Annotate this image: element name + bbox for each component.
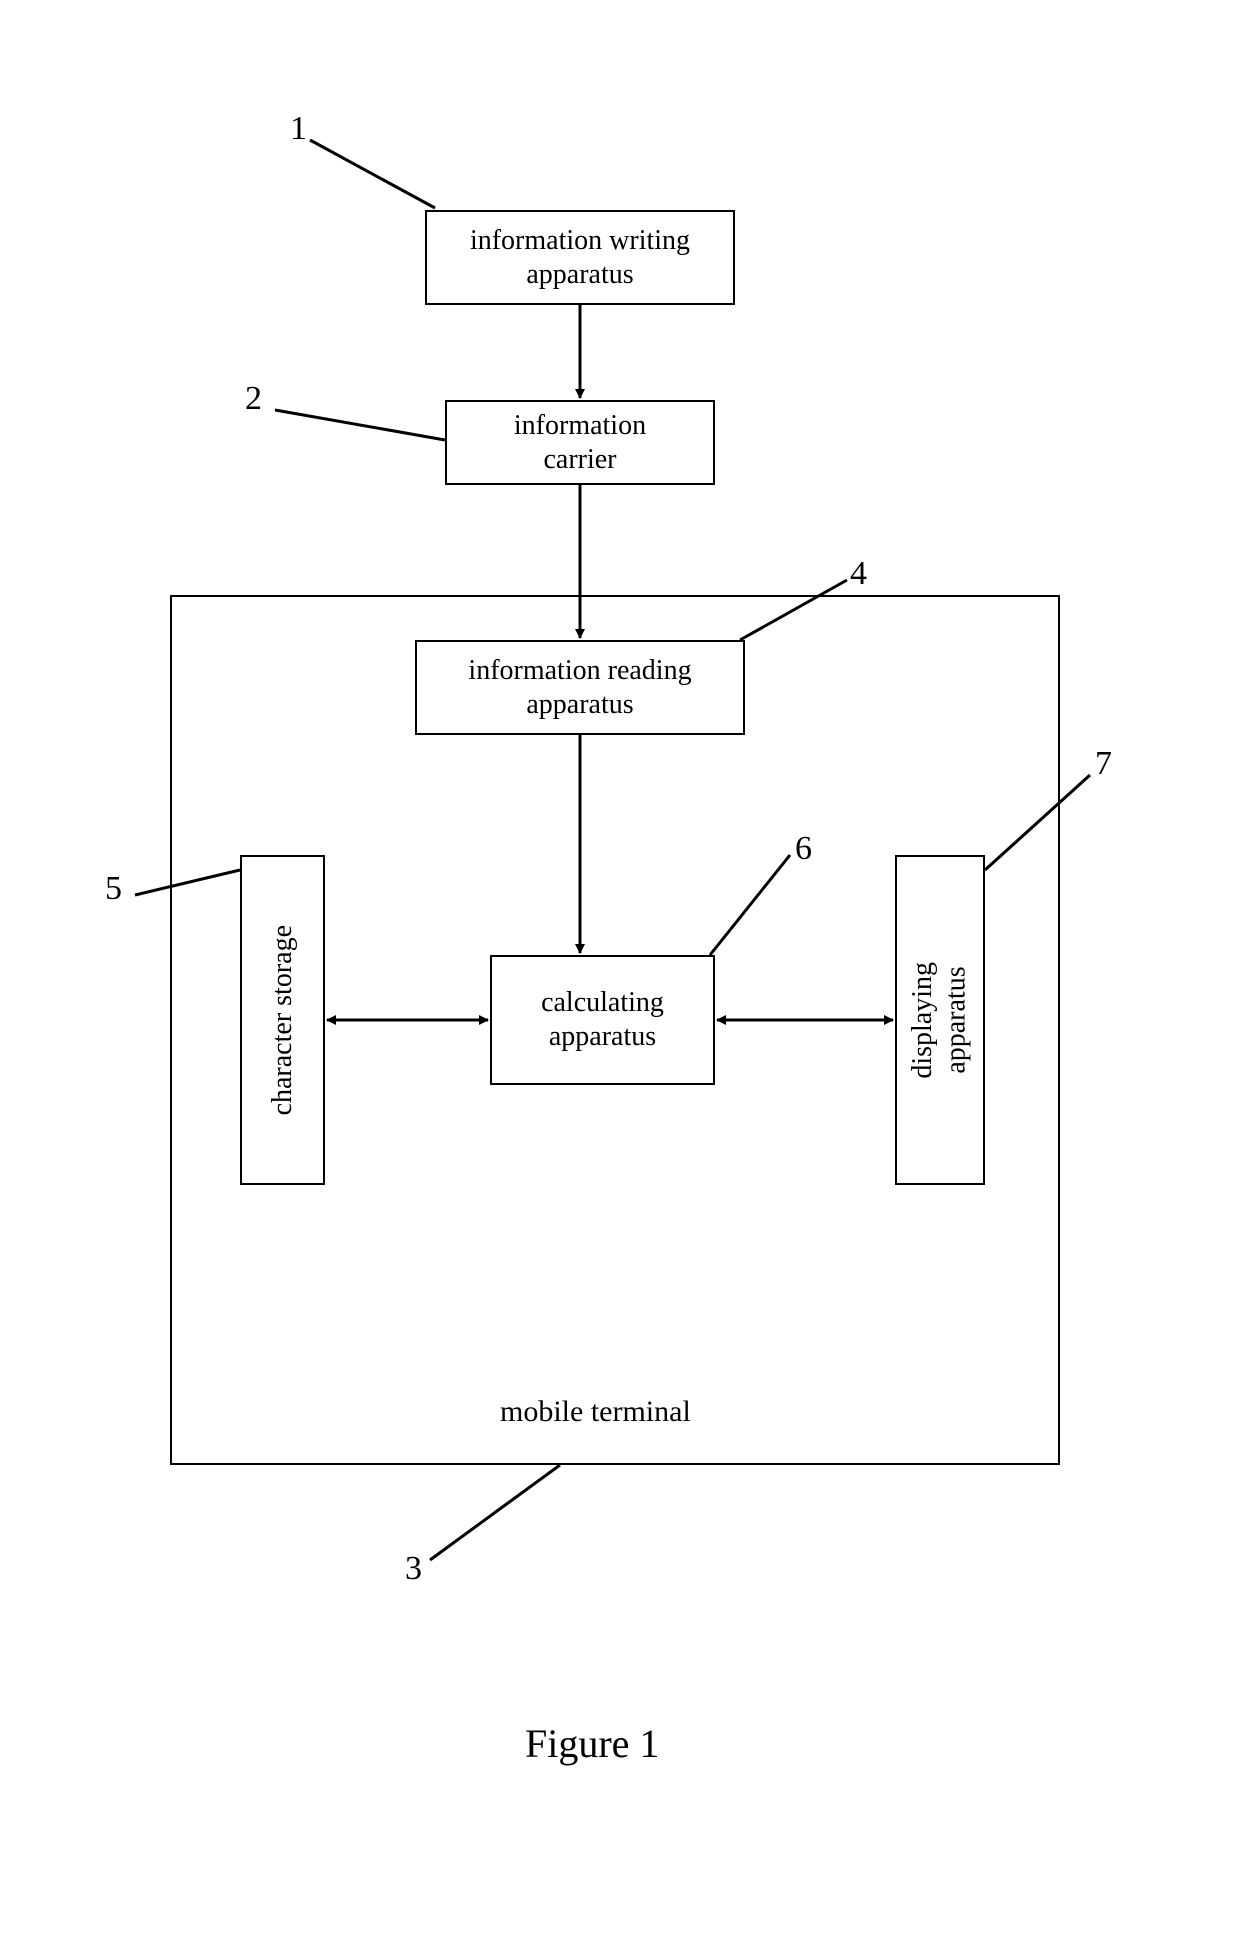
diagram-canvas: information writing apparatus informatio… [0, 0, 1254, 1942]
connectors-svg [0, 0, 1254, 1942]
